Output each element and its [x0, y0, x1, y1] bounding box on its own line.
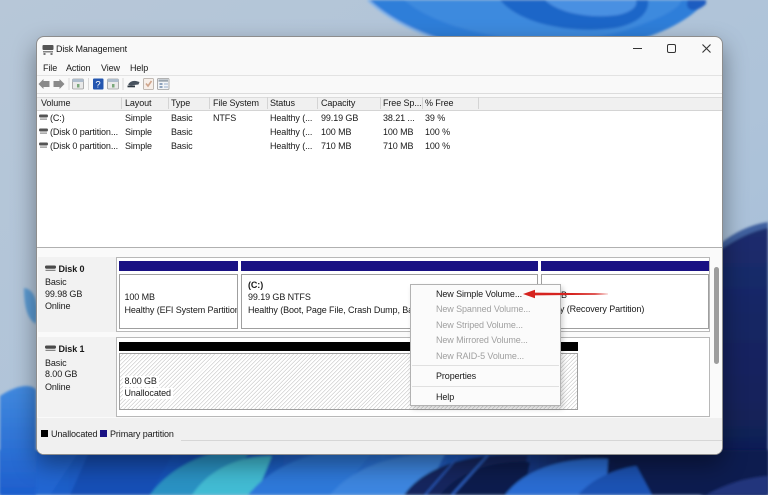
svg-text:?: ?: [95, 80, 100, 90]
